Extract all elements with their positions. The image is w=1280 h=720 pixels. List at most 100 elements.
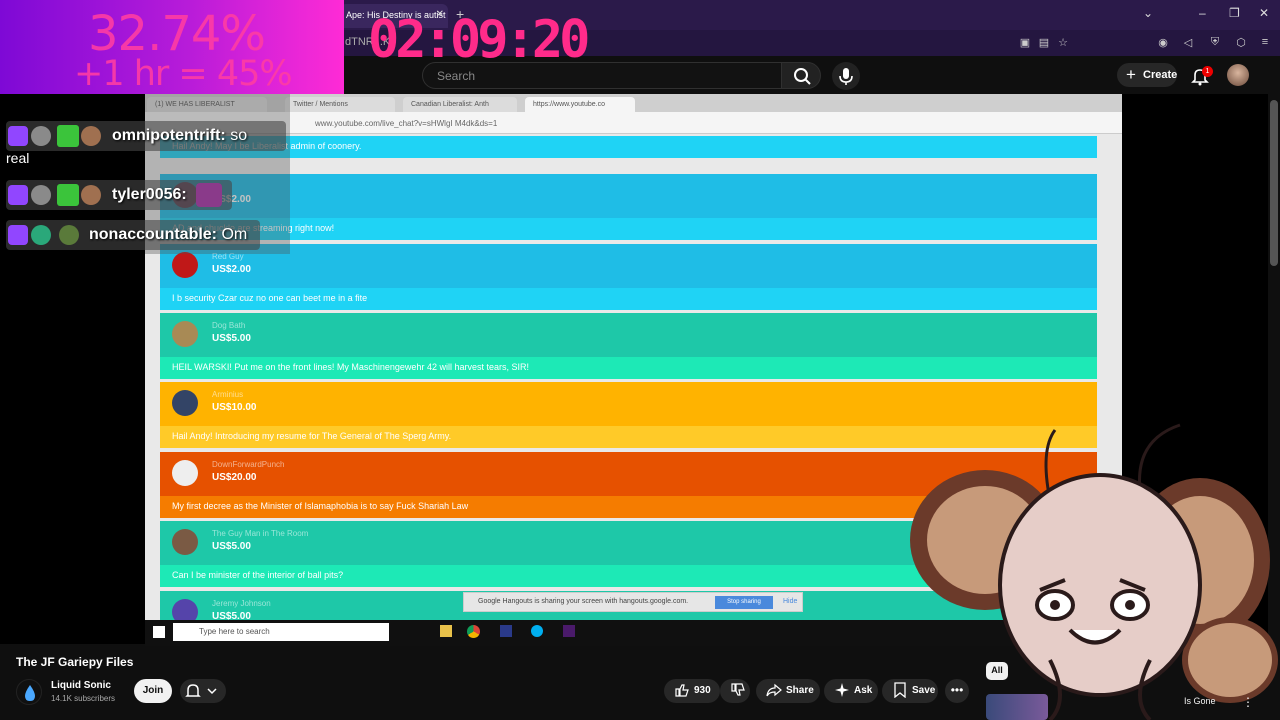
account-icon[interactable]: ◉ [1156,36,1170,50]
superchat-header: US$2.00 [160,174,1097,218]
donation-amount: US$10.00 [212,402,257,413]
extensions-icon[interactable]: ⬡ [1234,36,1248,50]
donor-name: Arminius [212,390,244,399]
suggested-video-thumbnail[interactable] [986,694,1048,720]
captured-taskbar-search: Type here to search [173,623,389,641]
shield-icon[interactable]: ⛨ [1208,36,1222,50]
superchat-header: Red Guy US$2.00 [160,244,1097,288]
minimize-icon[interactable]: – [1199,6,1206,20]
donation-message: HEIL WARSKI! Put me on the front lines! … [160,357,1097,379]
photoshop-icon [500,625,512,637]
user-avatar-badge [81,185,101,205]
premiere-icon [563,625,575,637]
donation-message: I b security Czar cuz no one can beet me… [160,288,1097,310]
moth-character-illustration [910,423,1278,720]
chat-username: tyler0056: [112,186,187,203]
channel-name[interactable]: Liquid Sonic [51,680,111,691]
scrollbar-thumb[interactable] [1270,100,1278,266]
suggested-video-title[interactable]: Is Gone [1184,696,1216,706]
voice-search-button[interactable] [832,62,860,90]
superchat-header: Dog Bath US$5.00 [160,313,1097,357]
user-avatar-badge [31,185,51,205]
captured-tab: https://www.youtube.co [525,97,635,112]
save-label: Save [912,685,936,696]
more-actions-button[interactable]: ••• [945,679,969,703]
video-title: The JF Gariepy Files [16,655,134,669]
save-button[interactable]: Save [882,679,938,703]
user-avatar[interactable] [1227,64,1249,86]
chat-text: Om [221,226,248,243]
pip-icon[interactable]: ▣ [1018,36,1032,50]
twitch-icon [8,225,28,245]
chat-text: so [230,127,248,144]
join-button[interactable]: Join [134,679,172,703]
ask-label: Ask [854,685,873,696]
donor-name: DownForwardPunch [212,460,285,469]
donation-amount: US$2.00 [212,264,251,275]
donor-avatar [172,529,198,555]
captured-tab: Canadian Liberalist: Anth [403,97,517,112]
stream-timer: 02:09:20 [368,10,590,70]
thumbs-up-icon [675,684,689,697]
chat-text-wrap: real [6,150,30,166]
subscription-bell-button[interactable] [180,679,226,703]
notification-badge: 1 [1202,66,1213,77]
windows-start-icon [153,626,165,638]
twitch-icon [8,126,28,146]
dislike-button[interactable] [720,679,750,703]
chrome-icon [467,625,480,638]
create-button[interactable]: + Create [1117,63,1177,87]
like-button[interactable]: 930 [664,679,720,703]
user-avatar-badge [59,225,79,245]
bookmark-icon [894,682,906,698]
donor-avatar [172,460,198,486]
sword-badge-icon [57,125,79,147]
donor-name: The Guy Man in The Room [212,529,309,538]
like-count: 930 [694,685,711,696]
skype-icon [531,625,543,637]
microphone-icon [839,68,853,85]
donation-amount: US$5.00 [212,333,251,344]
ask-button[interactable]: Ask [824,679,878,703]
chat-username: omnipotentrift: so [112,127,248,144]
chat-username: nonaccountable: Om [89,226,248,243]
user-avatar-badge [31,225,51,245]
hide-link: Hide [783,598,798,605]
create-label: Create [1143,69,1178,81]
chip-all[interactable]: All [986,662,1008,680]
superchat-card: Dog Bath US$5.00 HEIL WARSKI! Put me on th… [160,313,1097,379]
folder-icon [440,625,452,637]
superchat-card: Hail Andy! May I be Liberalist admin of … [160,136,1097,158]
share-button[interactable]: Share [756,679,820,703]
menu-icon[interactable]: ≡ [1258,36,1272,50]
sword-badge-icon [57,184,79,206]
donation-message: Hail Andy! May I be Liberalist admin of … [160,136,1097,158]
stop-sharing-button: Stop sharing [715,596,773,609]
bell-icon [185,684,217,697]
donor-avatar [172,252,198,278]
tab-list-icon[interactable]: ⌄ [1143,6,1153,20]
superchat-card: US$2.00AD and chuckle are streaming righ… [160,174,1097,240]
percent-overlay: 32.74% +1 hr = 45% [0,0,344,94]
bookmark-star-icon[interactable]: ☆ [1056,36,1070,50]
reader-icon[interactable]: ▤ [1037,36,1051,50]
audio-icon[interactable]: ◁ [1181,36,1195,50]
search-icon [794,68,811,85]
captured-url: www.youtube.com/live_chat?v=sHWlgI M4dk&… [315,119,498,128]
channel-avatar[interactable] [16,679,42,705]
donor-avatar [172,321,198,347]
suggested-video-menu-icon[interactable]: ⋮ [1242,695,1254,709]
user-avatar-badge [81,126,101,146]
thumbs-down-icon [731,683,745,696]
search-button[interactable] [781,62,821,89]
restore-icon[interactable]: ❐ [1229,6,1240,20]
captured-addressbar [145,112,1122,134]
donation-amount: US$5.00 [212,541,251,552]
donor-name: Jeremy Johnson [212,599,271,608]
plus-icon: + [1126,65,1136,84]
donor-name: Dog Bath [212,321,246,330]
close-window-icon[interactable]: ✕ [1259,6,1269,20]
twitch-icon [8,185,28,205]
superchat-card: Red Guy US$2.00 I b security Czar cuz no o… [160,244,1097,310]
donation-message: AD and chuckle are streaming right now! [160,218,1097,240]
